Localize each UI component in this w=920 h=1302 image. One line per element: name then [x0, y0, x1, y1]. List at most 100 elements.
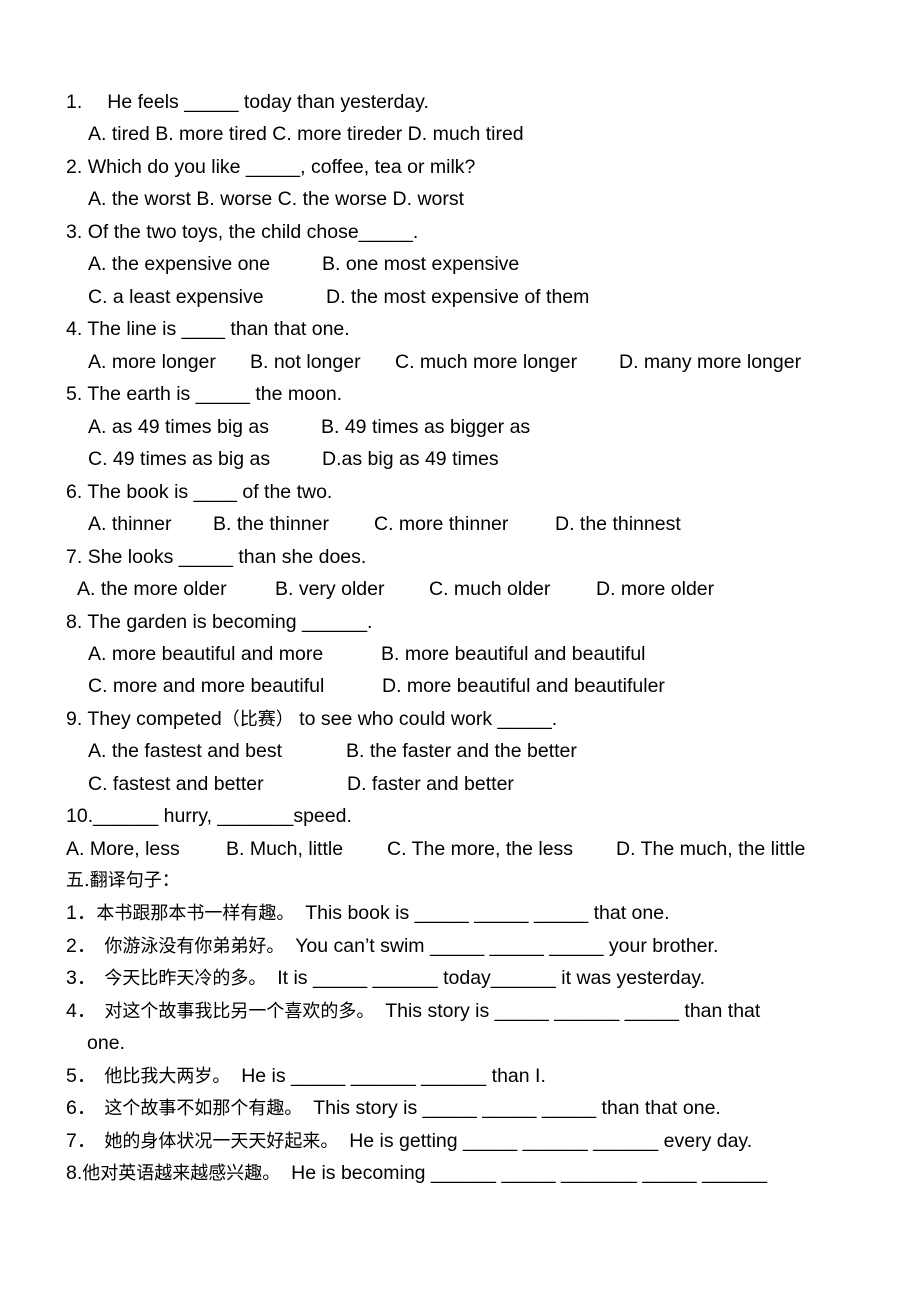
item-english: It is _____ ______ today______ it was ye…: [277, 967, 706, 989]
question-6: 6. The book is ____ of the two.: [66, 480, 332, 504]
question-stem-pre: They competed: [87, 708, 222, 730]
item-chinese: 他比我大两岁。: [104, 1066, 231, 1087]
question-stem: The line is ____ than that one.: [87, 318, 350, 340]
question-10-option-a: A. More, less: [66, 838, 180, 860]
question-6-option-a: A. thinner: [88, 513, 172, 535]
item-number: 3．: [66, 967, 97, 989]
translate-item-3: 3． 今天比昨天冷的多。 It is _____ ______ today____…: [66, 966, 705, 991]
question-3-option-d: D. the most expensive of them: [326, 286, 590, 308]
translate-item-6: 6． 这个故事不如那个有趣。 This story is _____ _____ …: [66, 1096, 721, 1121]
question-stem: He feels _____ today than yesterday.: [107, 91, 429, 113]
question-10: 10.______ hurry, _______speed.: [66, 804, 352, 828]
item-chinese: 你游泳没有你弟弟好。: [104, 936, 285, 957]
item-number: 4．: [66, 1000, 97, 1022]
question-number: 1.: [66, 91, 83, 113]
question-2-options: A. the worst B. worse C. the worse D. wo…: [88, 188, 465, 210]
question-7-option-d: D. more older: [596, 578, 715, 600]
question-stem: Of the two toys, the child chose_____.: [87, 221, 419, 243]
question-3-option-b: B. one most expensive: [322, 253, 520, 275]
question-7-option-c: C. much older: [429, 578, 551, 600]
question-10-option-c: C. The more, the less: [387, 838, 574, 860]
question-number: 5.: [66, 383, 83, 405]
question-9-option-a: A. the fastest and best: [88, 740, 283, 762]
question-stem-post: to see who could work _____.: [293, 708, 558, 730]
question-7-option-b: B. very older: [275, 578, 385, 600]
translate-item-4: 4． 对这个故事我比另一个喜欢的多。 This story is _____ __…: [66, 999, 760, 1024]
question-stem: Which do you like _____, coffee, tea or …: [87, 156, 476, 178]
item-english: He is _____ ______ ______ than I.: [241, 1065, 546, 1087]
question-8-option-c: C. more and more beautiful: [88, 675, 325, 697]
question-3-option-c: C. a least expensive: [88, 286, 264, 308]
item-number: 1．: [66, 902, 97, 924]
question-8: 8. The garden is becoming ______.: [66, 610, 372, 634]
question-10-option-b: B. Much, little: [226, 838, 344, 860]
question-4-option-c: C. much more longer: [395, 351, 578, 373]
question-2: 2. Which do you like _____, coffee, tea …: [66, 155, 475, 179]
question-8-option-d: D. more beautiful and beautifuler: [382, 675, 665, 697]
item-number: 6．: [66, 1097, 97, 1119]
section-heading-translate: 五.翻译句子：: [66, 870, 180, 891]
question-number: 9.: [66, 708, 83, 730]
question-9-option-c: C. fastest and better: [88, 773, 264, 795]
question-4: 4. The line is ____ than that one.: [66, 317, 350, 341]
translate-item-1: 1．本书跟那本书一样有趣。 This book is _____ _____ _…: [66, 901, 670, 926]
question-7-option-a: A. the more older: [77, 578, 227, 600]
question-9: 9. They competed（比赛） to see who could wo…: [66, 707, 557, 732]
question-10-option-d: D. The much, the little: [616, 838, 806, 860]
question-stem: The earth is _____ the moon.: [87, 383, 343, 405]
question-4-option-a: A. more longer: [88, 351, 216, 373]
question-8-option-a: A. more beautiful and more: [88, 643, 324, 665]
question-1-options: A. tired B. more tired C. more tireder D…: [88, 123, 524, 145]
question-7: 7. She looks _____ than she does.: [66, 545, 366, 569]
translate-item-4-continuation: one.: [87, 1032, 125, 1054]
item-chinese: 本书跟那本书一样有趣。: [96, 903, 295, 924]
item-english: This story is _____ _____ _____ than tha…: [313, 1097, 721, 1119]
question-number: 10.: [66, 805, 94, 827]
question-stem-chinese-gloss: （比赛）: [221, 709, 294, 730]
question-number: 2.: [66, 156, 83, 178]
question-number: 8.: [66, 611, 83, 633]
worksheet-page: 1. He feels _____ today than yesterday. A…: [0, 0, 920, 1302]
question-4-option-b: B. not longer: [250, 351, 361, 373]
item-english: He is getting _____ ______ ______ every …: [349, 1130, 753, 1152]
question-9-option-d: D. faster and better: [347, 773, 514, 795]
question-number: 3.: [66, 221, 83, 243]
item-chinese: 他对英语越来越感兴趣。: [82, 1163, 281, 1184]
question-5: 5. The earth is _____ the moon.: [66, 382, 342, 406]
item-english: He is becoming ______ _____ _______ ____…: [291, 1162, 768, 1184]
question-5-option-d: D.as big as 49 times: [322, 448, 499, 470]
question-stem: ______ hurry, _______speed.: [93, 805, 352, 827]
translate-item-8: 8.他对英语越来越感兴趣。 He is becoming ______ ____…: [66, 1161, 767, 1186]
question-8-option-b: B. more beautiful and beautiful: [381, 643, 646, 665]
question-3: 3. Of the two toys, the child chose_____…: [66, 220, 418, 244]
question-6-option-c: C. more thinner: [374, 513, 509, 535]
translate-item-7: 7． 她的身体状况一天天好起来。 He is getting _____ ____…: [66, 1129, 752, 1154]
question-number: 6.: [66, 481, 83, 503]
item-number: 2．: [66, 935, 97, 957]
question-stem: The book is ____ of the two.: [87, 481, 333, 503]
question-6-option-b: B. the thinner: [213, 513, 329, 535]
question-stem: The garden is becoming ______.: [87, 611, 373, 633]
item-chinese: 对这个故事我比另一个喜欢的多。: [104, 1001, 375, 1022]
question-5-option-a: A. as 49 times big as: [88, 416, 270, 438]
question-5-option-c: C. 49 times as big as: [88, 448, 271, 470]
item-number: 5．: [66, 1065, 97, 1087]
item-chinese: 今天比昨天冷的多。: [104, 968, 267, 989]
question-6-option-d: D. the thinnest: [555, 513, 681, 535]
question-number: 7.: [66, 546, 83, 568]
question-4-option-d: D. many more longer: [619, 351, 802, 373]
question-1: 1. He feels _____ today than yesterday.: [66, 90, 429, 114]
item-english: This book is _____ _____ _____ that one.: [305, 902, 670, 924]
item-number: 8.: [66, 1162, 83, 1184]
translate-item-5: 5． 他比我大两岁。 He is _____ ______ ______ than…: [66, 1064, 546, 1089]
item-english: This story is _____ ______ _____ than th…: [385, 1000, 761, 1022]
item-chinese: 这个故事不如那个有趣。: [104, 1098, 303, 1119]
item-number: 7．: [66, 1130, 97, 1152]
question-9-option-b: B. the faster and the better: [346, 740, 577, 762]
item-english: You can’t swim _____ _____ _____ your br…: [295, 935, 719, 957]
question-3-option-a: A. the expensive one: [88, 253, 271, 275]
translate-item-2: 2． 你游泳没有你弟弟好。 You can’t swim _____ _____ …: [66, 934, 718, 959]
question-stem: She looks _____ than she does.: [87, 546, 367, 568]
question-number: 4.: [66, 318, 83, 340]
question-5-option-b: B. 49 times as bigger as: [321, 416, 531, 438]
